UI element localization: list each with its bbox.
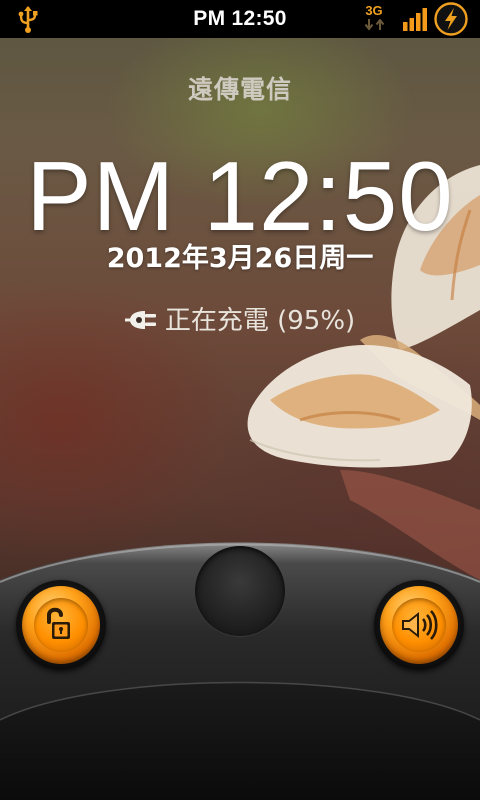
sound-icon — [402, 610, 438, 640]
unlock-button[interactable] — [16, 580, 106, 670]
network-type-label: 3G — [365, 3, 383, 18]
unlock-icon — [47, 607, 70, 639]
lockscreen-date: 2012年3月26日周一 — [106, 243, 374, 274]
charging-status: 正在充電 (95%) — [0, 300, 480, 337]
sound-toggle-button[interactable] — [374, 580, 464, 670]
data-arrows-icon — [364, 19, 385, 31]
slider-handle[interactable] — [195, 546, 285, 636]
carrier-name: 遠傳電信 — [187, 75, 292, 104]
status-bar[interactable]: PM 12:50 3G — [0, 0, 480, 38]
battery-charging-icon — [434, 2, 468, 36]
power-plug-icon — [124, 311, 156, 329]
lockscreen-clock: PM 12:50 — [26, 141, 454, 251]
signal-strength-icon — [403, 8, 427, 31]
charging-text: 正在充電 (95%) — [164, 306, 356, 336]
3g-data-icon: 3G — [362, 4, 390, 34]
